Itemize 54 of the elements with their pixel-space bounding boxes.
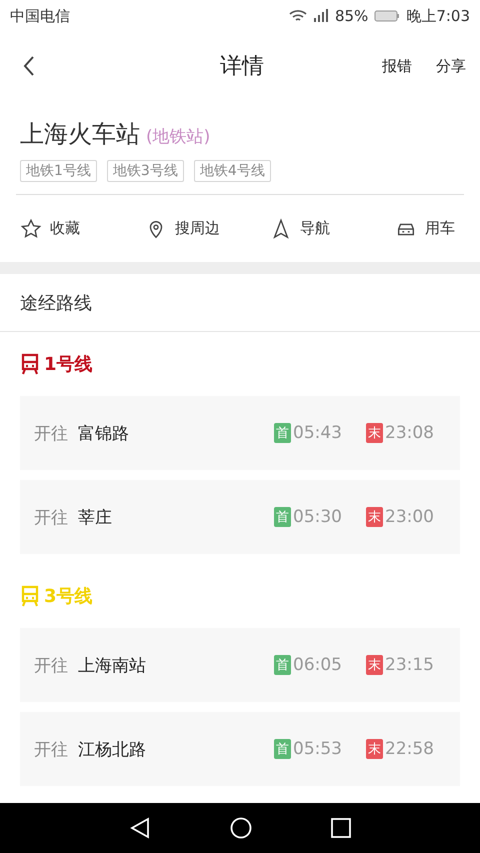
destination-name: 上海南站	[78, 654, 147, 676]
signal-icon	[312, 9, 329, 23]
battery-percent: 85%	[334, 7, 368, 25]
line-tag: 地铁4号线	[194, 160, 271, 182]
destination-name: 江杨北路	[78, 738, 147, 760]
direction-prefix: 开往	[34, 654, 68, 676]
last-train-badge: 末	[366, 739, 383, 759]
action-button[interactable]: 用车	[395, 218, 455, 240]
back-nav-button[interactable]	[129, 817, 152, 839]
destination-name: 莘庄	[78, 506, 113, 528]
first-train-badge: 首	[274, 507, 291, 527]
last-train-time: 23:08	[385, 423, 434, 443]
direction-card[interactable]: 开往 富锦路 首 05:43 末 23:08	[20, 396, 460, 470]
clock-time: 晚上7:03	[406, 6, 470, 26]
action-button[interactable]: 收藏	[20, 218, 145, 240]
line-name: 3号线	[44, 585, 93, 608]
first-train-time: 05:30	[293, 507, 342, 527]
station-type: (地铁站)	[146, 127, 210, 147]
section-title: 途经路线	[20, 292, 92, 314]
header-action-button[interactable]: 报错	[382, 56, 412, 76]
direction-prefix: 开往	[34, 422, 68, 444]
wifi-icon	[288, 9, 307, 23]
last-train-badge: 末	[366, 507, 383, 527]
action-button[interactable]: 导航	[270, 218, 395, 240]
last-train-time: 22:58	[385, 739, 434, 759]
back-button[interactable]	[22, 55, 36, 77]
direction-prefix: 开往	[34, 506, 68, 528]
first-train-badge: 首	[274, 655, 291, 675]
first-train-time: 06:05	[293, 655, 342, 675]
line-tag: 地铁3号线	[106, 160, 184, 182]
action-button[interactable]: 搜周边	[145, 218, 270, 240]
carrier-name: 中国电信	[10, 6, 70, 26]
direction-card[interactable]: 开往 江杨北路 首 05:53 末 22:58	[20, 712, 460, 786]
home-nav-button[interactable]	[230, 817, 252, 839]
battery-icon	[374, 10, 400, 22]
destination-name: 富锦路	[78, 422, 130, 444]
direction-card[interactable]: 开往 莘庄 首 05:30 末 23:00	[20, 480, 460, 554]
direction-prefix: 开往	[34, 738, 68, 760]
last-train-time: 23:15	[385, 655, 434, 675]
station-name: 上海火车站	[20, 120, 140, 148]
last-train-badge: 末	[366, 655, 383, 675]
page-title: 详情	[219, 53, 265, 81]
first-train-time: 05:53	[293, 739, 342, 759]
recents-nav-button[interactable]	[330, 818, 351, 838]
last-train-time: 23:00	[385, 507, 434, 527]
first-train-time: 05:43	[293, 423, 342, 443]
star-icon	[20, 218, 42, 240]
last-train-badge: 末	[366, 423, 383, 443]
header-action-button[interactable]: 分享	[436, 56, 466, 76]
first-train-badge: 首	[274, 739, 291, 759]
line-tag: 地铁1号线	[20, 160, 97, 182]
first-train-badge: 首	[274, 423, 291, 443]
direction-card[interactable]: 开往 上海南站 首 06:05 末 23:15	[20, 628, 460, 702]
line-name: 1号线	[44, 353, 93, 376]
